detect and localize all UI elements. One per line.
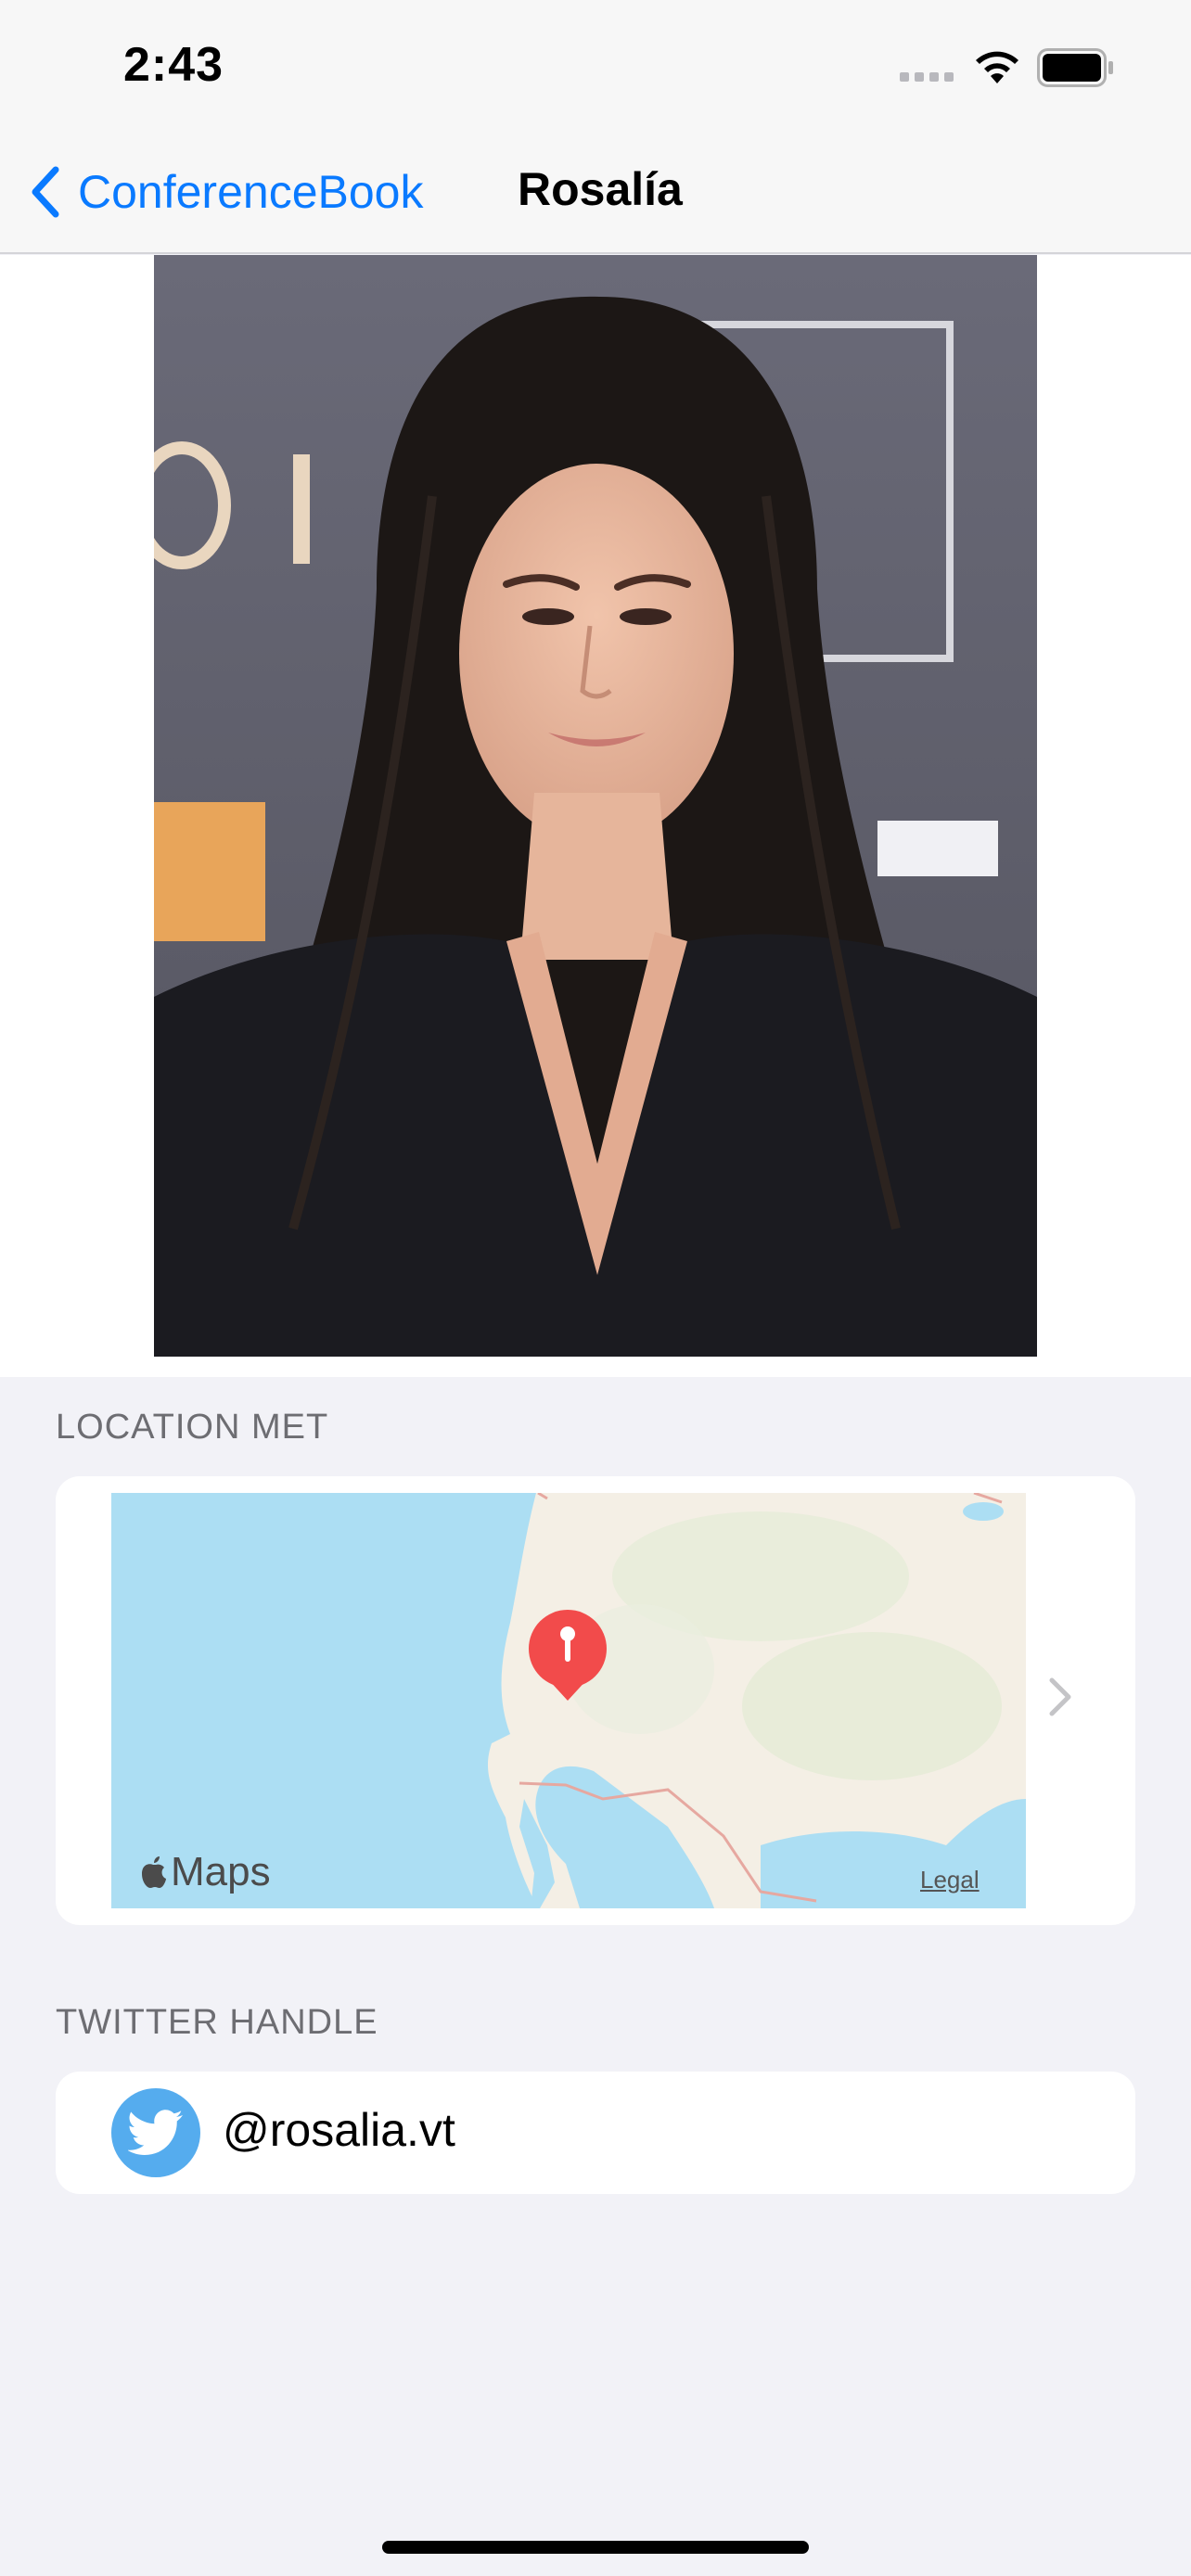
page-title: Rosalía <box>518 163 683 215</box>
back-button-label: ConferenceBook <box>78 166 424 218</box>
chevron-left-icon <box>32 166 59 218</box>
back-button[interactable]: ConferenceBook <box>30 159 423 224</box>
chevron-right-icon <box>1049 1677 1071 1716</box>
photo-section <box>0 255 1191 1377</box>
contact-photo <box>154 255 1037 1357</box>
wifi-icon <box>976 51 1018 83</box>
twitter-handle-row[interactable]: @rosalia.vt <box>56 2072 1135 2194</box>
twitter-section-header: TWITTER HANDLE <box>56 2003 378 2042</box>
home-indicator[interactable] <box>382 2541 809 2554</box>
twitter-icon <box>111 2088 200 2177</box>
location-section-header: LOCATION MET <box>56 1408 329 1447</box>
battery-icon <box>1037 48 1113 87</box>
maps-brand-label: Maps <box>139 1849 271 1895</box>
location-map-row[interactable]: Maps Legal <box>56 1476 1135 1925</box>
apple-logo-icon <box>142 1856 166 1888</box>
contact-detail-screen: 2:43 ConferenceBook Rosalía LOCATION MET… <box>0 0 1191 2576</box>
top-bar: 2:43 ConferenceBook Rosalía <box>0 0 1191 254</box>
location-map[interactable]: Maps Legal <box>111 1493 1026 1908</box>
cellular-signal-icon <box>900 72 954 82</box>
twitter-handle-text: @rosalia.vt <box>223 2104 455 2156</box>
map-legal-link[interactable]: Legal <box>920 1866 980 1894</box>
status-time: 2:43 <box>123 38 224 92</box>
